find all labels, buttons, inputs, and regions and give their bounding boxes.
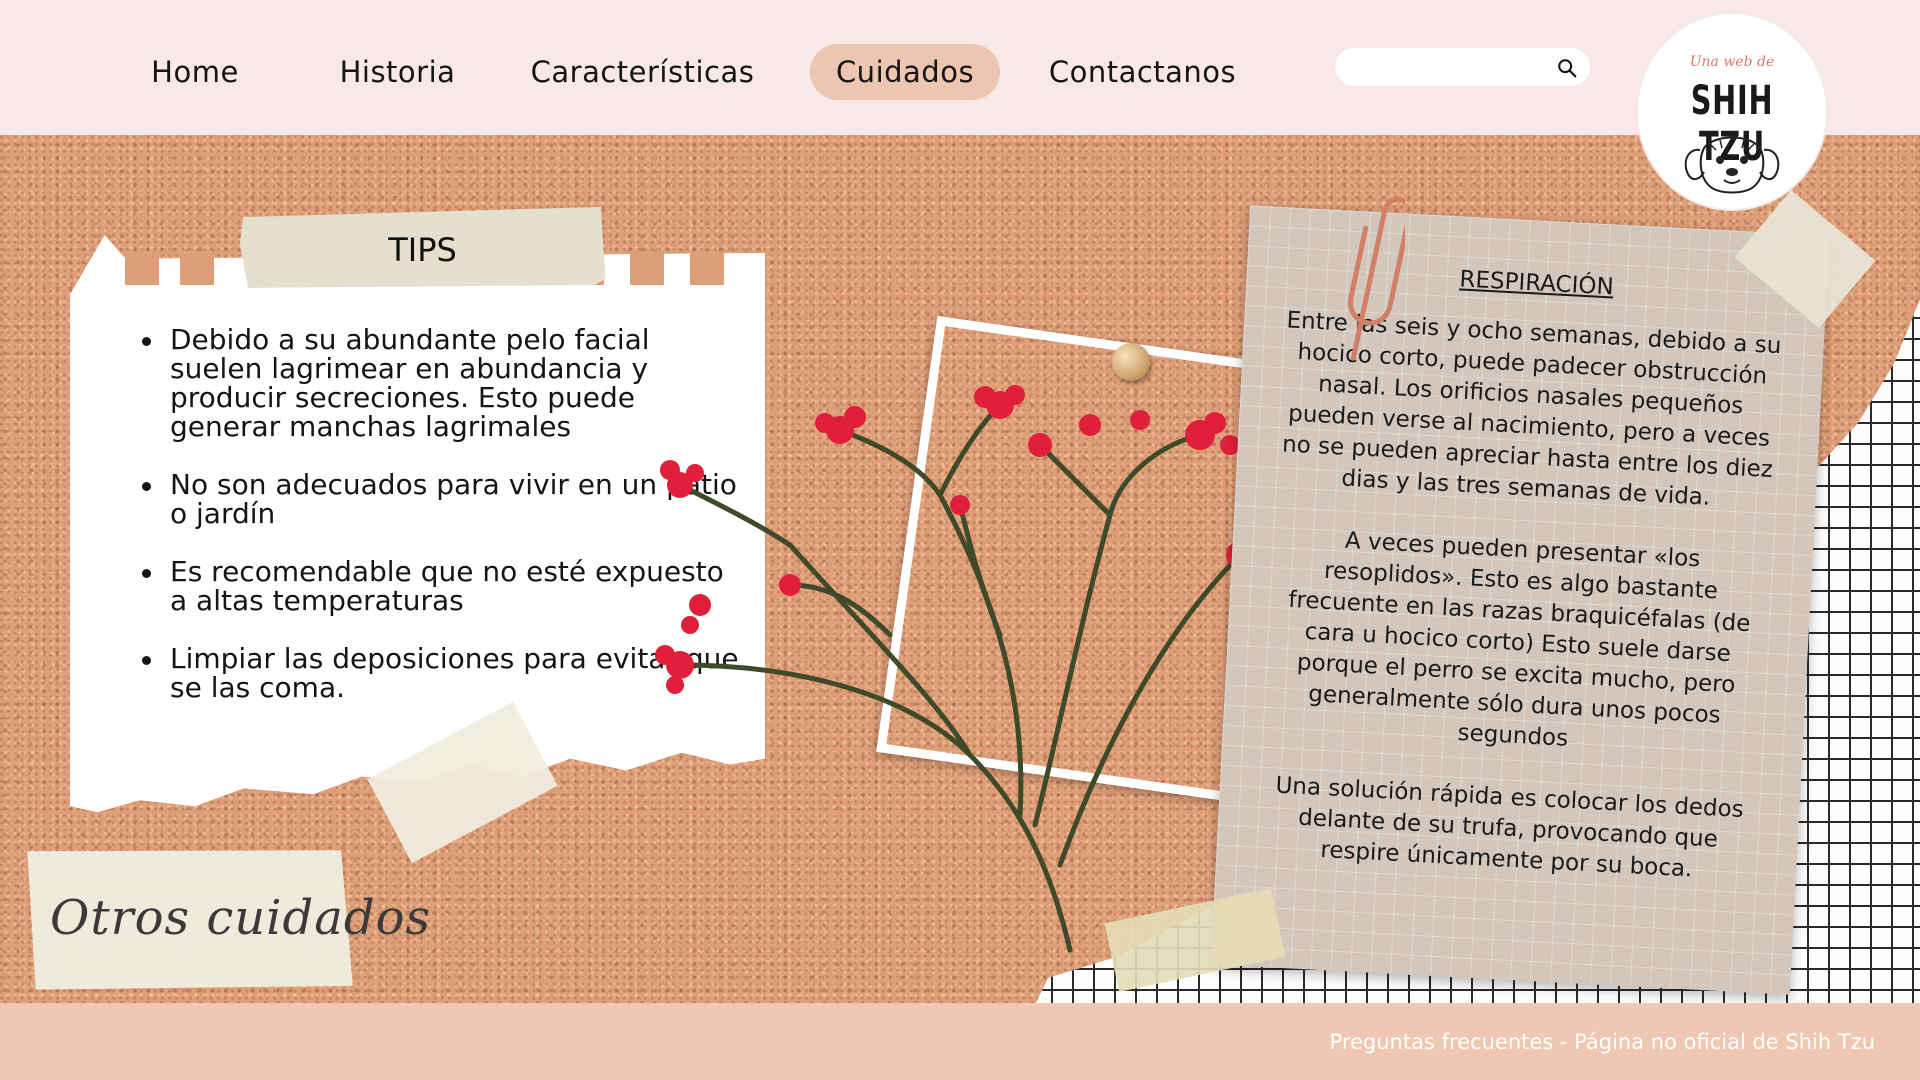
respiracion-card: RESPIRACIÓN Entre las seis y ocho semana… [1210, 205, 1830, 995]
cork-board: TIPS Debido a su abundante pelo facial s… [0, 135, 1920, 1003]
respiracion-body: Entre las seis y ocho semanas, debido a … [1254, 305, 1784, 919]
dog-face-icon [1684, 136, 1780, 194]
tips-title: TIPS [388, 231, 457, 269]
logo-script-text: Una web de [1689, 54, 1775, 70]
footer-link[interactable]: Preguntas frecuentes - Página no oficial… [1330, 1030, 1875, 1054]
header: Home Historia Características Cuidados C… [0, 0, 1920, 135]
main-nav: Home Historia Características Cuidados C… [0, 44, 1920, 100]
dried-flower-image [655, 385, 1262, 953]
otros-cuidados-link[interactable]: Otros cuidados [50, 890, 431, 946]
nav-cuidados[interactable]: Cuidados [810, 44, 1000, 100]
respiracion-paragraph: Una solución rápida es colocar los dedos… [1274, 772, 1745, 883]
nav-historia[interactable]: Historia [325, 44, 470, 100]
pushpin-icon [1112, 343, 1150, 381]
search-bar [1335, 48, 1590, 86]
respiracion-paragraph: A veces pueden presentar «los resoplidos… [1287, 527, 1752, 752]
nav-caracteristicas[interactable]: Características [515, 44, 770, 100]
footer: Preguntas frecuentes - Página no oficial… [0, 1003, 1920, 1080]
search-icon[interactable] [1556, 57, 1578, 79]
search-input[interactable] [1349, 54, 1549, 80]
paperclip-icon [1348, 196, 1405, 361]
nav-contactanos[interactable]: Contactanos [1035, 44, 1250, 100]
site-logo[interactable]: Una web de SHIH TZU [1638, 14, 1826, 209]
nav-home[interactable]: Home [125, 44, 265, 100]
